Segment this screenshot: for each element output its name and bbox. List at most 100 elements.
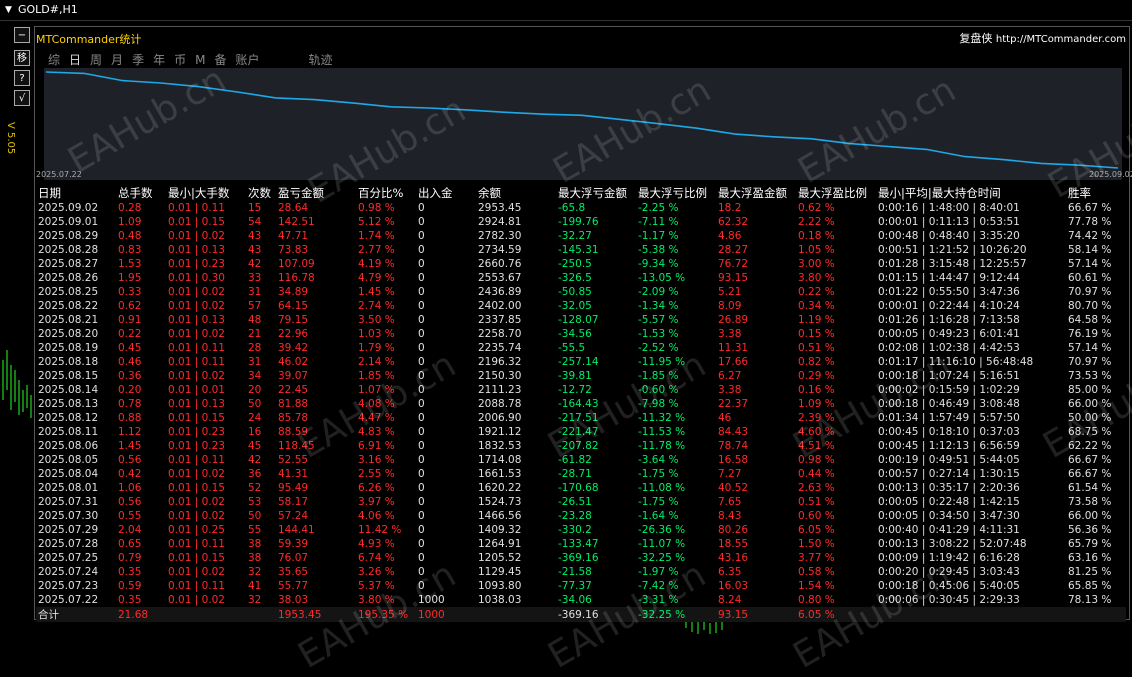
table-cell: 66.67 % (1068, 468, 1112, 480)
table-cell: 6.35 (718, 566, 742, 578)
column-header[interactable]: 胜率 (1066, 184, 1126, 201)
brand-url[interactable]: http://MTCommander.com (996, 34, 1126, 45)
column-header[interactable]: 最大浮盈比例 (796, 184, 876, 201)
table-cell: 0 (418, 328, 425, 340)
table-cell: -11.78 % (638, 440, 686, 452)
table-cell: 4.83 % (358, 426, 395, 438)
table-cell: 15 (248, 202, 262, 214)
table-cell: 78.13 % (1068, 594, 1112, 606)
table-cell: 2025.07.31 (38, 496, 99, 508)
column-header[interactable]: 最大浮盈金额 (716, 184, 796, 201)
table-cell: 1.54 % (798, 580, 835, 592)
tab-magic[interactable]: M (195, 53, 205, 67)
table-cell: 2025.08.18 (38, 356, 99, 368)
column-header[interactable]: 日期 (36, 184, 116, 201)
table-cell: 0.01 | 0.02 (168, 594, 225, 606)
column-header[interactable]: 余额 (476, 184, 556, 201)
table-cell: 1.45 % (358, 286, 395, 298)
column-header[interactable]: 最小|平均|最大持仓时间 (876, 184, 1066, 201)
tab-year[interactable]: 年 (153, 51, 165, 68)
table-cell: 0.16 % (798, 384, 835, 396)
symbol-label: GOLD#,H1 (18, 3, 78, 16)
table-cell: 0.01 | 0.02 (168, 328, 225, 340)
table-cell: -65.8 (558, 202, 586, 214)
tab-week[interactable]: 周 (90, 51, 102, 68)
table-cell: 16 (248, 426, 262, 438)
column-header[interactable]: 出入金 (416, 184, 476, 201)
table-cell: -34.06 (558, 594, 592, 606)
table-cell: 63.16 % (1068, 552, 1112, 564)
table-cell: 5.21 (718, 286, 742, 298)
table-cell: 2025.07.30 (38, 510, 99, 522)
table-cell: 0.01 | 0.25 (168, 524, 225, 536)
table-cell: 0 (418, 552, 425, 564)
table-cell: 3.50 % (358, 314, 395, 326)
table-row: 2025.08.27 1.53 0.01 | 0.23 42 107.09 4.19 % 0… (36, 257, 1126, 271)
table-cell: 62.22 % (1068, 440, 1112, 452)
table-cell: 0:00:45 | 1:12:13 | 6:56:59 (878, 440, 1020, 452)
table-cell: 2025.08.14 (38, 384, 99, 396)
column-header[interactable]: 次数 (246, 184, 276, 201)
tab-account[interactable]: 账户 (235, 51, 259, 68)
table-cell: -199.76 (558, 216, 599, 228)
tab-month[interactable]: 月 (111, 51, 123, 68)
move-button[interactable]: 移 (14, 50, 30, 66)
tab-summary[interactable]: 综 (48, 51, 60, 68)
total-cell (246, 607, 276, 622)
table-cell: 2150.30 (478, 370, 522, 382)
table-cell: 142.51 (278, 216, 315, 228)
minimize-button[interactable]: − (14, 27, 30, 43)
tab-note[interactable]: 备 (214, 51, 226, 68)
table-cell: 2025.07.24 (38, 566, 99, 578)
column-header[interactable]: 百分比% (356, 184, 416, 201)
table-cell: 2025.09.02 (38, 202, 99, 214)
table-cell: -207.82 (558, 440, 599, 452)
table-cell: -9.34 % (638, 258, 679, 270)
table-cell: 2.74 % (358, 300, 395, 312)
table-cell: 2025.08.21 (38, 314, 99, 326)
table-cell: -128.07 (558, 314, 599, 326)
column-header[interactable]: 最大浮亏比例 (636, 184, 716, 201)
table-cell: 6.91 % (358, 440, 395, 452)
table-cell: 0:00:45 | 0:18:10 | 0:37:03 (878, 426, 1020, 438)
table-cell: 38 (248, 538, 262, 550)
table-cell: 0.01 | 0.23 (168, 440, 225, 452)
table-cell: -55.5 (558, 342, 586, 354)
table-row: 2025.08.22 0.62 0.01 | 0.02 57 64.15 2.74 % 0 2… (36, 299, 1126, 313)
tab-day[interactable]: 日 (69, 51, 81, 68)
help-button[interactable]: ? (14, 70, 30, 86)
table-cell: -330.2 (558, 524, 592, 536)
collapse-triangle-icon[interactable]: ▼ (5, 5, 12, 15)
table-cell: 2025.08.11 (38, 426, 99, 438)
table-cell: -32.25 % (638, 552, 686, 564)
table-cell: 43 (248, 244, 262, 256)
table-cell: 0 (418, 300, 425, 312)
table-cell: 5.12 % (358, 216, 395, 228)
table-cell: 1.09 % (798, 398, 835, 410)
table-cell: -26.36 % (638, 524, 686, 536)
column-header[interactable]: 最大浮亏金额 (556, 184, 636, 201)
table-cell: 0.01 | 0.02 (168, 370, 225, 382)
tab-currency[interactable]: 币 (174, 51, 186, 68)
table-cell: 77.78 % (1068, 216, 1112, 228)
table-cell: 3.80 % (358, 594, 395, 606)
table-cell: 2782.30 (478, 230, 522, 242)
table-cell: 31 (248, 286, 262, 298)
column-header[interactable]: 最小|大手数 (166, 184, 246, 201)
table-cell: 1.12 (118, 426, 142, 438)
table-cell: -221.47 (558, 426, 599, 438)
table-cell: -32.05 (558, 300, 592, 312)
tab-quarter[interactable]: 季 (132, 51, 144, 68)
table-row: 2025.08.13 0.78 0.01 | 0.13 50 81.88 4.08 % 0 2… (36, 397, 1126, 411)
table-cell: 0.65 (118, 538, 142, 550)
table-cell: 0.83 (118, 244, 142, 256)
table-cell: 0.58 % (798, 566, 835, 578)
tab-track[interactable]: 轨迹 (309, 51, 333, 68)
column-header[interactable]: 总手数 (116, 184, 166, 201)
column-header[interactable]: 盈亏金额 (276, 184, 356, 201)
table-cell: 2025.08.12 (38, 412, 99, 424)
table-cell: 0.01 | 0.02 (168, 566, 225, 578)
table-cell: 0:00:09 | 1:19:42 | 6:16:28 (878, 552, 1020, 564)
table-cell: 62.32 (718, 216, 749, 228)
confirm-button[interactable]: √ (14, 90, 30, 106)
